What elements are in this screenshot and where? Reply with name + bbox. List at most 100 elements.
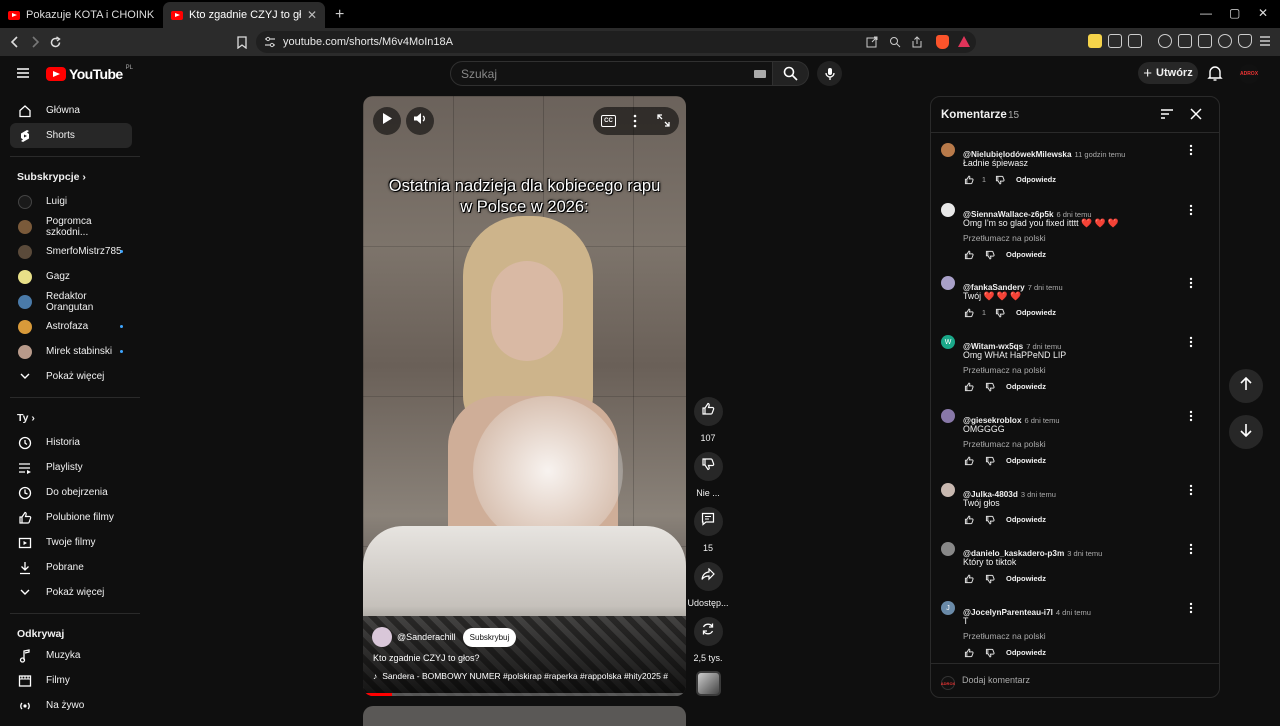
notifications-bell-icon[interactable] <box>1207 65 1223 82</box>
sidebar-item-liked-videos[interactable]: Polubione filmy <box>10 505 132 530</box>
sidebar-toggle-icon[interactable] <box>1178 34 1192 48</box>
share-action[interactable]: Udostęp... <box>687 562 729 608</box>
browser-menu-icon[interactable] <box>1258 34 1272 48</box>
subscribe-button[interactable]: Subskrybuj <box>462 627 517 647</box>
reply-button[interactable]: Odpowiedz <box>1006 382 1046 391</box>
sidebar-item-subscription[interactable]: Astrofaza <box>10 314 132 339</box>
previous-video-button[interactable] <box>1229 369 1263 403</box>
reply-button[interactable]: Odpowiedz <box>1016 308 1056 317</box>
reply-button[interactable]: Odpowiedz <box>1006 456 1046 465</box>
sidebar-item-subscription[interactable]: Pogromca szkodni... <box>10 214 132 239</box>
youtube-logo[interactable]: YouTube PL <box>46 65 133 82</box>
next-video-button[interactable] <box>1229 415 1263 449</box>
play-button[interactable] <box>373 107 401 135</box>
comment-author-avatar[interactable] <box>941 203 955 217</box>
sound-thumbnail[interactable] <box>696 671 721 696</box>
sound-row[interactable]: ♪ Sandera - BOMBOWY NUMER #polskirap #ra… <box>373 671 678 681</box>
comment-author-avatar[interactable]: J <box>941 601 955 615</box>
channel-avatar[interactable] <box>372 627 392 647</box>
sidebar-item-shorts[interactable]: Shorts <box>10 123 132 148</box>
account-avatar[interactable]: ADROX <box>1239 64 1259 84</box>
comment-time[interactable]: 6 dni temu <box>1025 416 1060 425</box>
show-more-you[interactable]: Pokaż więcej <box>10 580 132 605</box>
comment-author-avatar[interactable] <box>941 542 955 556</box>
create-button[interactable]: + Utwórz <box>1138 62 1198 84</box>
sidebar-item-history[interactable]: Historia <box>10 430 132 455</box>
sidebar-item-subscription[interactable]: Redaktor Orangutan <box>10 289 132 314</box>
reply-button[interactable]: Odpowiedz <box>1006 515 1046 524</box>
like-button[interactable] <box>693 397 723 426</box>
dislike-action[interactable]: Nie ... <box>689 452 727 498</box>
comment-more-icon[interactable] <box>1189 203 1193 221</box>
back-icon[interactable] <box>5 32 25 52</box>
video-progress-bar[interactable] <box>363 693 686 696</box>
next-video-preview[interactable] <box>363 706 686 726</box>
comment-dislike-icon[interactable] <box>984 455 995 466</box>
dislike-button[interactable] <box>693 452 723 481</box>
translate-link[interactable]: Przetłumacz na polski <box>963 439 1046 449</box>
extension-icon[interactable] <box>1088 34 1102 48</box>
search-input[interactable]: Szukaj <box>450 61 773 86</box>
more-options-icon[interactable] <box>633 114 637 133</box>
comment-author-avatar[interactable] <box>941 143 955 157</box>
comment-like-icon[interactable] <box>963 573 974 584</box>
sort-icon[interactable] <box>1160 107 1174 121</box>
comment-more-icon[interactable] <box>1189 143 1193 161</box>
show-more-subscriptions[interactable]: Pokaż więcej <box>10 364 132 389</box>
comment-time[interactable]: 3 dni temu <box>1021 490 1056 499</box>
url-field[interactable]: youtube.com/shorts/M6v4MoIn18A <box>256 31 976 53</box>
hamburger-menu-icon[interactable] <box>14 64 32 82</box>
comments-button[interactable] <box>693 507 723 536</box>
comment-dislike-icon[interactable] <box>994 307 1005 318</box>
you-heading[interactable]: Ty › <box>17 412 35 424</box>
sidebar-item-subscription[interactable]: Mirek stabinski <box>10 339 132 364</box>
comment-more-icon[interactable] <box>1189 276 1193 294</box>
comment-time[interactable]: 7 dni temu <box>1028 283 1063 292</box>
comment-author[interactable]: @JocelynParenteau-i7l <box>963 608 1053 617</box>
search-button[interactable] <box>773 61 809 86</box>
sidebar-item-subscription[interactable]: SmerfoMistrz785 <box>10 239 132 264</box>
comments-action[interactable]: 15 <box>689 507 727 553</box>
sidebar-item-subscription[interactable]: Luigi <box>10 189 132 214</box>
browser-tab[interactable]: Pokazuje KOTA i CHOINKĘ - YouTube <box>0 2 163 28</box>
sidebar-item-films[interactable]: Filmy <box>10 668 132 693</box>
sidebar-item-music[interactable]: Muzyka <box>10 643 132 668</box>
new-tab-button[interactable]: + <box>325 2 354 28</box>
comment-like-icon[interactable] <box>963 381 974 392</box>
wallet-icon[interactable] <box>1198 34 1212 48</box>
remix-action[interactable]: 2,5 tys. <box>689 617 727 663</box>
reply-button[interactable]: Odpowiedz <box>1006 250 1046 259</box>
comment-time[interactable]: 4 dni temu <box>1056 608 1091 617</box>
close-window-icon[interactable]: ✕ <box>1258 6 1268 20</box>
site-info-icon[interactable] <box>264 36 276 51</box>
sidebar-item-downloads[interactable]: Pobrane <box>10 555 132 580</box>
sidebar-item-playlists[interactable]: Playlisty <box>10 455 132 480</box>
brave-shields-icon[interactable] <box>936 35 949 49</box>
leo-ai-icon[interactable] <box>1218 34 1232 48</box>
comment-like-icon[interactable] <box>963 249 974 260</box>
comment-like-icon[interactable] <box>963 647 974 658</box>
translate-link[interactable]: Przetłumacz na polski <box>963 631 1046 641</box>
video-title[interactable]: Kto zgadnie CZYJ to głos? <box>373 653 480 663</box>
translate-link[interactable]: Przetłumacz na polski <box>963 233 1046 243</box>
comment-more-icon[interactable] <box>1189 542 1193 560</box>
extension-icon[interactable] <box>1128 34 1142 48</box>
maximize-icon[interactable]: ▢ <box>1229 6 1240 20</box>
captions-icon[interactable]: CC <box>601 115 616 127</box>
sidebar-item-your-videos[interactable]: Twoje filmy <box>10 530 132 555</box>
close-tab-icon[interactable]: ✕ <box>307 8 317 22</box>
comment-dislike-icon[interactable] <box>984 514 995 525</box>
comment-more-icon[interactable] <box>1189 601 1193 619</box>
comment-author-avatar[interactable] <box>941 276 955 290</box>
media-icon[interactable] <box>1158 34 1172 48</box>
channel-name[interactable]: @Sanderachill <box>397 632 456 642</box>
reply-button[interactable]: Odpowiedz <box>1006 648 1046 657</box>
comment-more-icon[interactable] <box>1189 409 1193 427</box>
comment-dislike-icon[interactable] <box>984 249 995 260</box>
close-icon[interactable] <box>1189 107 1203 121</box>
comment-more-icon[interactable] <box>1189 483 1193 501</box>
keyboard-icon[interactable] <box>754 70 766 78</box>
comment-time[interactable]: 3 dni temu <box>1067 549 1102 558</box>
brave-rewards-icon[interactable] <box>958 36 970 47</box>
comment-time[interactable]: 11 godzin temu <box>1075 150 1126 159</box>
